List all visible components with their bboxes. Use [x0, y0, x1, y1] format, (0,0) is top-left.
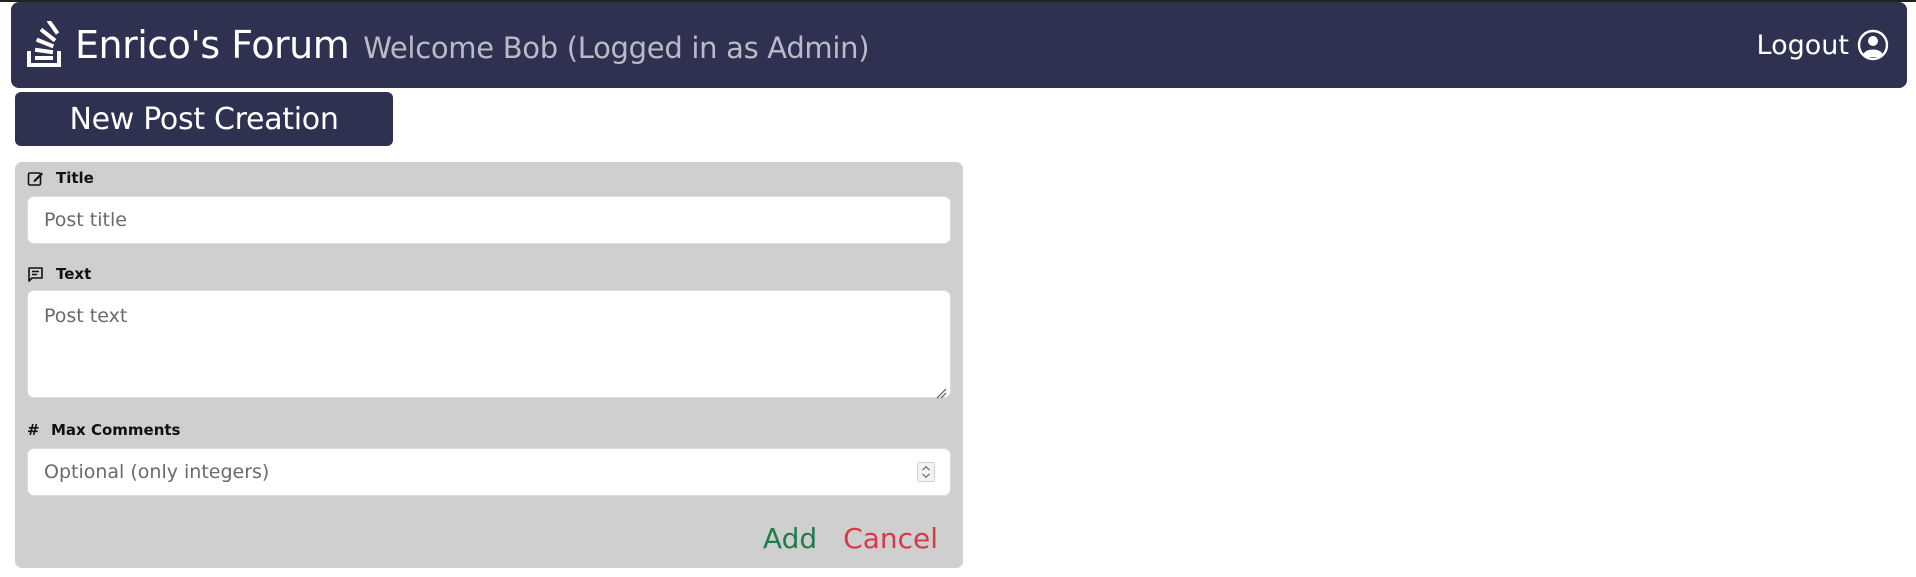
logout-button[interactable]: Logout — [1757, 29, 1889, 61]
max-comments-input[interactable]: Optional (only integers) — [27, 448, 951, 496]
cancel-button[interactable]: Cancel — [843, 522, 938, 555]
title-label: Title — [56, 169, 94, 187]
title-placeholder: Post title — [44, 209, 127, 231]
text-label-row: Text — [27, 262, 91, 286]
max-comments-label-row: # Max Comments — [27, 418, 180, 442]
page-title: New Post Creation — [15, 92, 393, 146]
text-textarea[interactable]: Post text — [27, 290, 951, 399]
stack-overflow-icon — [25, 19, 65, 69]
title-label-row: Title — [27, 166, 94, 190]
title-input[interactable]: Post title — [27, 196, 951, 244]
text-label: Text — [56, 265, 92, 283]
navbar: Enrico's Forum Welcome Bob (Logged in as… — [11, 2, 1907, 88]
number-spinner-icon[interactable] — [917, 462, 935, 482]
hash-icon: # — [27, 421, 40, 439]
text-placeholder: Post text — [44, 305, 128, 327]
logout-label: Logout — [1756, 29, 1849, 61]
new-post-form: Title Post title Text Post text # Max Co… — [15, 162, 963, 568]
add-button[interactable]: Add — [763, 522, 817, 555]
form-actions: Add Cancel — [763, 522, 938, 555]
welcome-message: Welcome Bob (Logged in as Admin) — [363, 31, 870, 65]
resize-grip-icon[interactable] — [935, 382, 947, 399]
pencil-square-icon — [27, 170, 44, 187]
user-circle-icon — [1857, 29, 1889, 61]
max-comments-label: Max Comments — [51, 421, 181, 439]
chat-left-text-icon — [27, 266, 44, 283]
app-title: Enrico's Forum — [75, 23, 350, 67]
max-comments-placeholder: Optional (only integers) — [44, 461, 270, 483]
brand[interactable]: Enrico's Forum — [25, 19, 350, 69]
